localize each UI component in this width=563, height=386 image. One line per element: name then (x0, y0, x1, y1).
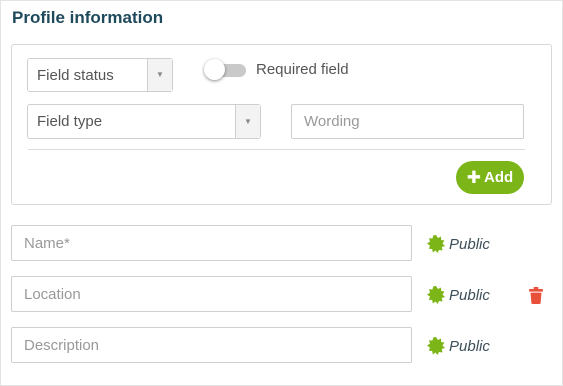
name-field[interactable] (11, 225, 412, 261)
wording-input[interactable] (291, 104, 524, 139)
plus-icon: ✚ (466, 168, 482, 187)
visibility-label: Public (449, 286, 490, 304)
public-badge-icon (427, 286, 445, 304)
trash-icon[interactable] (529, 287, 543, 304)
field-status-value: Field status (37, 67, 114, 84)
visibility-badge[interactable]: Public (427, 286, 490, 304)
panel-divider (28, 149, 525, 150)
public-badge-icon (427, 337, 445, 355)
field-type-value: Field type (37, 113, 103, 130)
visibility-badge[interactable]: Public (427, 337, 490, 355)
toggle-knob (204, 59, 225, 80)
new-field-panel: Field status ▼ Required field Field type… (11, 44, 552, 205)
visibility-label: Public (449, 235, 490, 253)
add-field-button[interactable]: ✚ Add (456, 161, 524, 194)
add-button-label: Add (484, 169, 514, 186)
location-field[interactable] (11, 276, 412, 312)
chevron-down-icon: ▼ (147, 59, 172, 91)
page-title: Profile information (12, 8, 164, 27)
field-status-select[interactable]: Field status ▼ (27, 58, 173, 92)
field-type-select[interactable]: Field type ▼ (27, 104, 261, 139)
chevron-down-icon: ▼ (235, 105, 260, 138)
required-field-toggle[interactable] (204, 59, 246, 80)
description-field[interactable] (11, 327, 412, 363)
visibility-label: Public (449, 337, 490, 355)
visibility-badge[interactable]: Public (427, 235, 490, 253)
public-badge-icon (427, 235, 445, 253)
required-field-label: Required field (256, 61, 349, 78)
